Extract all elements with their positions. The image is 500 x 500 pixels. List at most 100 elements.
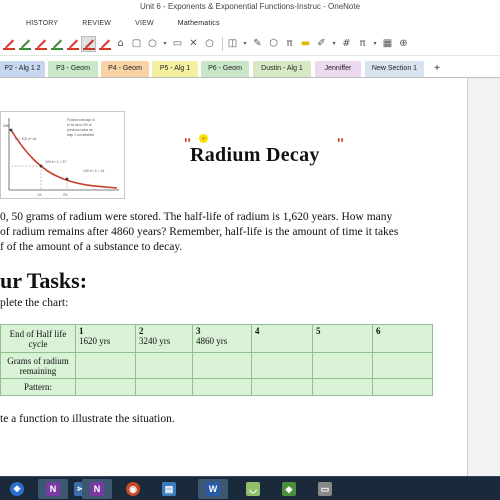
table-cell[interactable] xyxy=(251,378,313,396)
section-tab[interactable]: New Section 1 xyxy=(365,61,424,77)
taskbar-onenote-2[interactable]: N xyxy=(82,479,112,499)
column-number: 6 xyxy=(376,326,381,336)
eraser-icon[interactable]: ▭ xyxy=(171,37,184,51)
section-tab[interactable]: P5 - Alg 1 xyxy=(152,61,198,77)
pen-red-icon[interactable] xyxy=(66,37,79,51)
column-number: 3 xyxy=(196,326,201,336)
window-title: Unit 6 - Exponents & Exponential Functio… xyxy=(0,0,500,14)
table-row: End of Half life cycle 1 1620 yrs 2 3240 y… xyxy=(0,324,433,353)
svg-text:100 e^-1 = 37: 100 e^-1 = 37 xyxy=(45,160,66,164)
svg-text:Function decays to: Function decays to xyxy=(67,118,95,122)
page-margin xyxy=(468,78,500,476)
ribbon-tab-view[interactable]: VIEW xyxy=(123,20,166,27)
pen-green-icon[interactable] xyxy=(50,37,63,51)
whiteboard-icon: ◡ xyxy=(246,482,260,496)
table-cell[interactable] xyxy=(135,352,193,379)
highlight-icon[interactable]: ▬ xyxy=(299,37,312,51)
table-cell[interactable] xyxy=(372,352,433,379)
ribbon-tab-review[interactable]: REVIEW xyxy=(70,20,123,27)
table-cell[interactable] xyxy=(75,352,136,379)
table-cell[interactable] xyxy=(192,378,252,396)
section-tab[interactable]: Jenniffer xyxy=(315,61,361,77)
table-cell[interactable] xyxy=(312,378,373,396)
table-cell[interactable]: 3 4860 yrs xyxy=(192,324,252,353)
drawing-toolbar: ⌂ ▢ ○ ▾ ▭ ✕ ○ ◫ ▾ ✎ ⬡ π ▬ ✐ ▾ # π ▾ ▦ ⊕ xyxy=(0,32,500,56)
taskbar-onenote[interactable]: N xyxy=(38,479,68,499)
half-life-table: End of Half life cycle 1 1620 yrs 2 3240 y… xyxy=(0,324,433,396)
pen-dropdown-icon[interactable]: ✐ xyxy=(315,37,328,51)
page-title: Radium Decay xyxy=(190,144,320,166)
table-cell[interactable] xyxy=(372,378,433,396)
column-number: 4 xyxy=(255,326,260,336)
insert-space-icon[interactable]: ◫ xyxy=(226,37,239,51)
pi-icon[interactable]: π xyxy=(283,37,296,51)
circle-icon[interactable]: ○ xyxy=(146,37,159,51)
close-icon[interactable]: ✕ xyxy=(187,37,200,51)
shapes-icon[interactable]: ▢ xyxy=(130,37,143,51)
taskbar-app[interactable]: ▭ xyxy=(310,479,340,499)
chevron-down-icon[interactable]: ▾ xyxy=(162,37,168,51)
taskbar-word[interactable]: W xyxy=(198,479,228,499)
star-icon: + xyxy=(199,134,208,143)
lasso-icon[interactable]: ⌂ xyxy=(114,37,127,51)
math-pi-icon[interactable]: π xyxy=(356,37,369,51)
svg-text:N = 100 e^-kt: N = 100 e^-kt xyxy=(15,137,36,141)
column-number: 1 xyxy=(79,326,84,336)
taskbar-explorer[interactable]: ▤ xyxy=(154,479,184,499)
table-cell[interactable] xyxy=(75,378,136,396)
section-tab[interactable]: P3 - Geom xyxy=(48,61,98,77)
svg-text:previous value as: previous value as xyxy=(67,128,93,132)
problem-text-line: f of the amount of a substance to decay. xyxy=(0,241,183,253)
start-button[interactable]: ❖ xyxy=(2,479,32,499)
table-cell[interactable] xyxy=(312,352,373,379)
section-tab[interactable]: P2 - Alg 1 2 xyxy=(0,61,45,77)
tasks-heading: ur Tasks: xyxy=(0,268,88,293)
word-icon: W xyxy=(206,482,220,496)
svg-text:100 e^-2 = 14: 100 e^-2 = 14 xyxy=(83,169,104,173)
chevron-down-icon[interactable]: ▾ xyxy=(331,37,337,51)
pen-red-icon[interactable] xyxy=(98,37,111,51)
table-cell[interactable] xyxy=(192,352,252,379)
decay-graph-image: 100 N = 100 e^-kt 100 e^-1 = 37 100 e^-2… xyxy=(0,111,125,199)
taskbar-chrome[interactable]: ◉ xyxy=(118,479,148,499)
cell-value: 4860 yrs xyxy=(196,336,228,346)
table-cell[interactable]: 4 xyxy=(251,324,313,353)
problem-text-line: 0, 50 grams of radium were stored. The h… xyxy=(0,211,393,223)
table-cell[interactable]: 6 xyxy=(372,324,433,353)
ink-to-math-icon[interactable]: ✎ xyxy=(251,37,264,51)
more-icon[interactable]: ⊕ xyxy=(397,37,410,51)
table-cell[interactable]: 2 3240 yrs xyxy=(135,324,193,353)
table-cell[interactable] xyxy=(135,378,193,396)
cell-value: 1620 yrs xyxy=(79,336,111,346)
chevron-down-icon[interactable]: ▾ xyxy=(372,37,378,51)
svg-text:step 1 not attained: step 1 not attained xyxy=(67,133,94,137)
svg-text:1/λ: 1/λ xyxy=(37,193,42,197)
onenote-icon: N xyxy=(46,482,60,496)
section-tab[interactable]: Dustin - Alg 1 xyxy=(253,61,311,77)
grid-icon[interactable]: # xyxy=(340,37,353,51)
row-label-cycle: End of Half life cycle xyxy=(0,324,76,353)
pen-green-icon[interactable] xyxy=(18,37,31,51)
problem-text-line: of radium remains after 4860 years? Reme… xyxy=(0,226,399,238)
taskbar-whiteboard[interactable]: ◡ xyxy=(238,479,268,499)
app-icon: ▭ xyxy=(318,482,332,496)
taskbar-recorder[interactable]: ◆ xyxy=(274,479,304,499)
table-cell[interactable]: 5 xyxy=(312,324,373,353)
table-icon[interactable]: ▦ xyxy=(381,37,394,51)
ribbon-tabs: HISTORY REVIEW VIEW Mathematics xyxy=(0,14,500,32)
section-tab[interactable]: P4 - Geom xyxy=(101,61,149,77)
ring-icon[interactable]: ○ xyxy=(203,37,216,51)
ink-to-shape-icon[interactable]: ⬡ xyxy=(267,37,280,51)
ribbon-tab-history[interactable]: HISTORY xyxy=(14,20,70,27)
chevron-down-icon[interactable]: ▾ xyxy=(242,37,248,51)
ribbon-tab-mathematics[interactable]: Mathematics xyxy=(166,20,232,27)
pen-selected-icon[interactable] xyxy=(81,35,96,52)
table-cell[interactable]: 1 1620 yrs xyxy=(75,324,136,353)
table-cell[interactable] xyxy=(251,352,313,379)
pen-red-icon[interactable] xyxy=(2,37,15,51)
section-tab[interactable]: P6 - Geom xyxy=(201,61,249,77)
task-1-text: plete the chart: xyxy=(0,297,69,309)
decay-curve-figure: 100 N = 100 e^-kt 100 e^-1 = 37 100 e^-2… xyxy=(3,118,119,197)
add-section-button[interactable]: + xyxy=(428,61,446,77)
pen-red-icon[interactable] xyxy=(34,37,47,51)
